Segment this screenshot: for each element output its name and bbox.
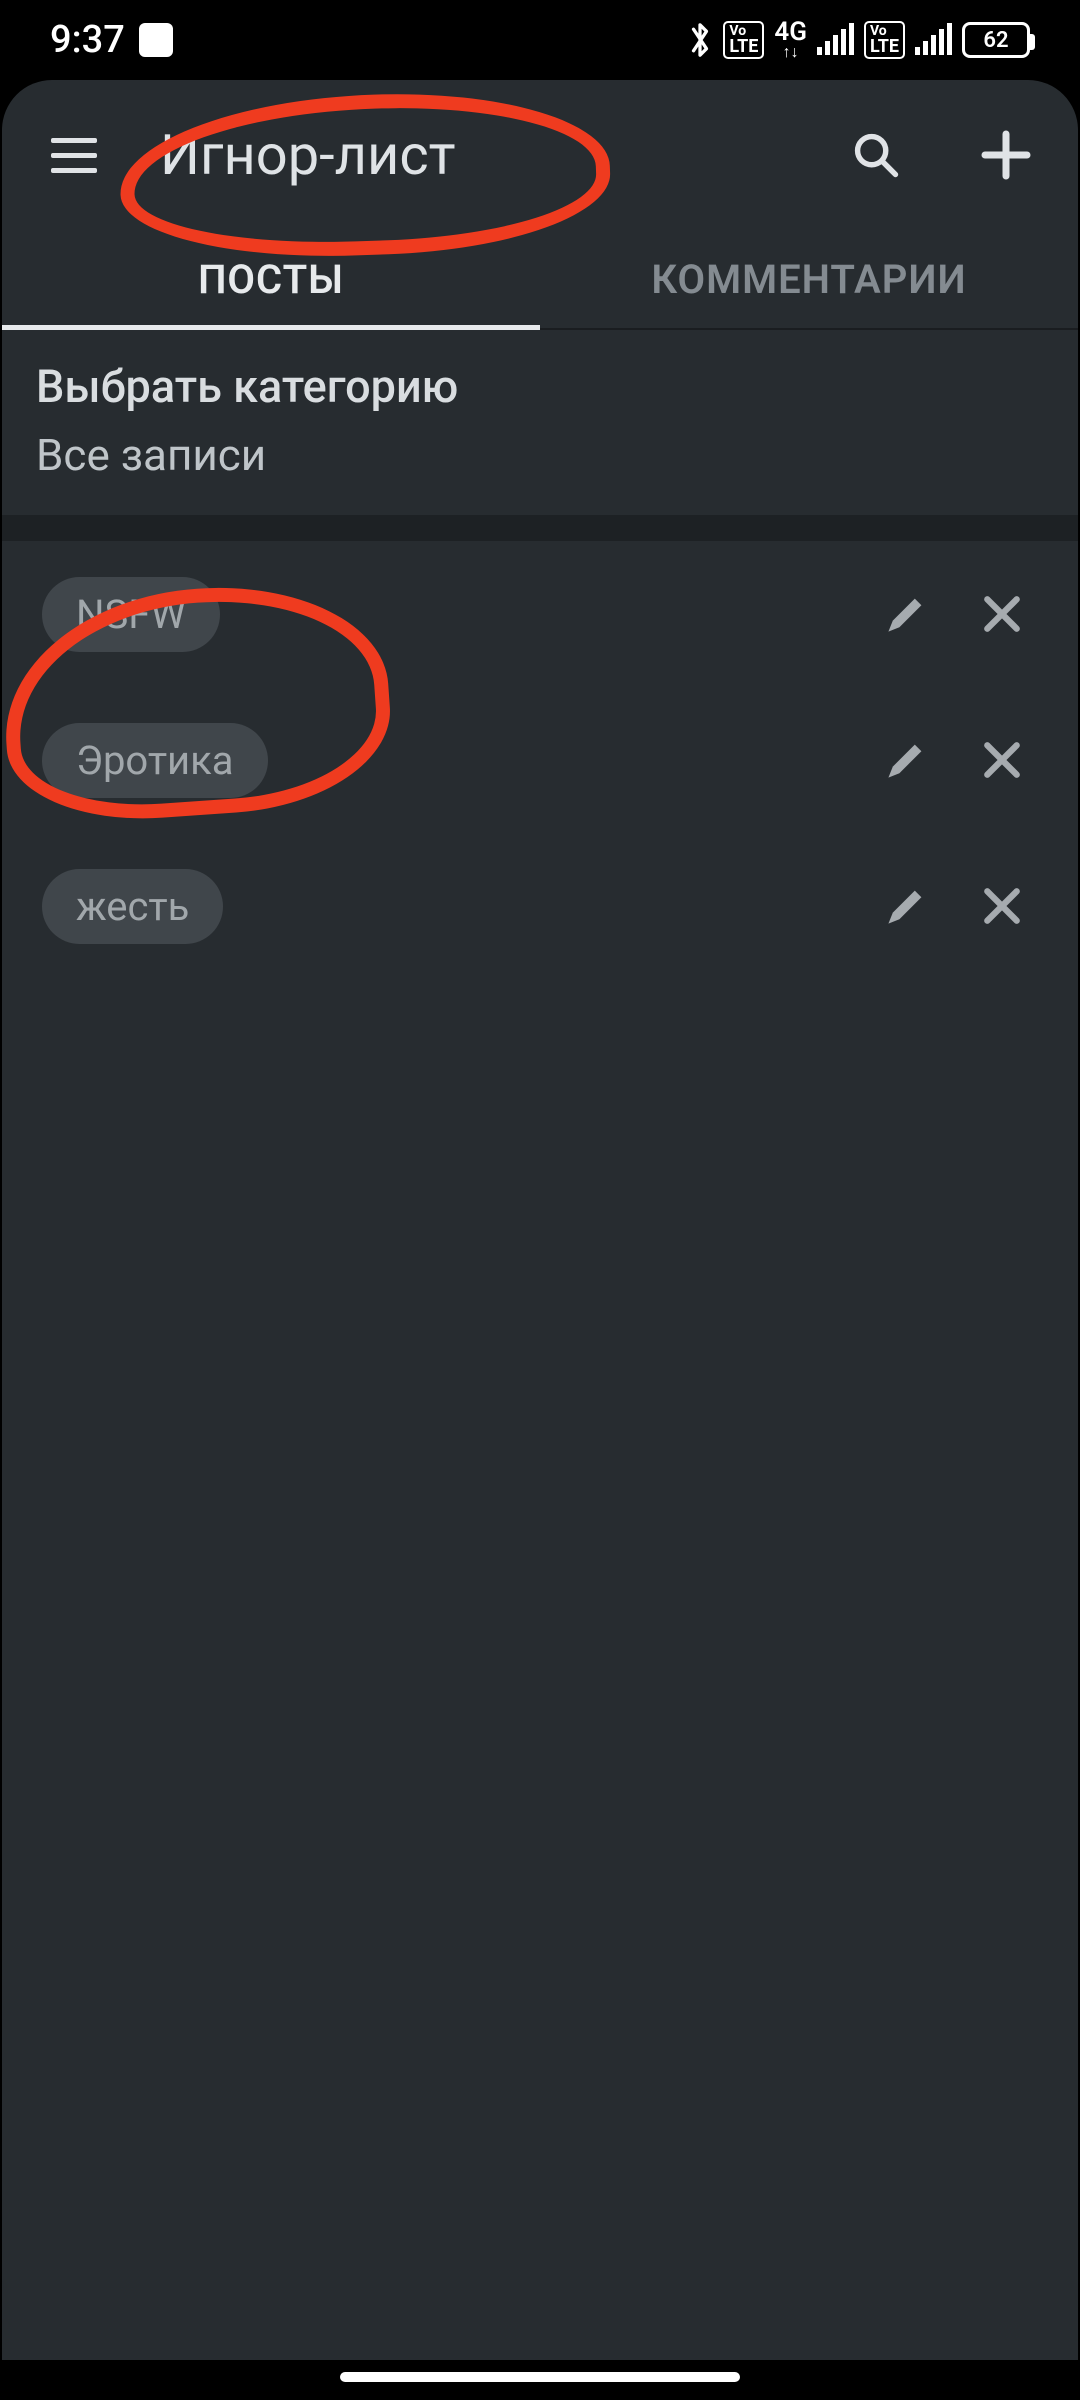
- search-button[interactable]: [844, 123, 908, 187]
- tag-chip[interactable]: NSFW: [42, 577, 220, 652]
- tag-chip[interactable]: Эротика: [42, 723, 268, 798]
- edit-button[interactable]: [870, 870, 942, 942]
- network-4g: 4G↑↓: [774, 21, 807, 59]
- tab-label: ПОСТЫ: [198, 256, 344, 303]
- tab-posts[interactable]: ПОСТЫ: [2, 230, 540, 328]
- edit-button[interactable]: [870, 578, 942, 650]
- pencil-icon: [884, 884, 928, 928]
- list-item: жесть: [2, 833, 1078, 979]
- tab-bar: ПОСТЫ КОММЕНТАРИИ: [2, 230, 1078, 330]
- page-title: Игнор-лист: [146, 122, 804, 188]
- volte-badge-1: VoLTE: [723, 21, 764, 59]
- remove-button[interactable]: [966, 870, 1038, 942]
- battery-indicator: 62: [962, 22, 1030, 58]
- tab-comments[interactable]: КОММЕНТАРИИ: [540, 230, 1078, 328]
- signal-bars-1: [817, 25, 854, 55]
- add-button[interactable]: [974, 123, 1038, 187]
- home-indicator[interactable]: [340, 2372, 740, 2382]
- tag-chip[interactable]: жесть: [42, 869, 223, 944]
- close-icon: [981, 739, 1023, 781]
- hamburger-icon[interactable]: [42, 123, 106, 187]
- category-label: Выбрать категорию: [36, 360, 1044, 413]
- plus-icon: [978, 127, 1034, 183]
- close-icon: [981, 885, 1023, 927]
- tab-label: КОММЕНТАРИИ: [651, 256, 966, 303]
- pencil-icon: [884, 592, 928, 636]
- list-item: NSFW: [2, 541, 1078, 687]
- edit-button[interactable]: [870, 724, 942, 796]
- notification-icon: [139, 23, 173, 57]
- divider: [2, 515, 1078, 541]
- bluetooth-icon: [687, 20, 713, 60]
- pencil-icon: [884, 738, 928, 782]
- search-icon: [850, 129, 902, 181]
- close-icon: [981, 593, 1023, 635]
- remove-button[interactable]: [966, 578, 1038, 650]
- ignore-list: NSFW Эротика жесть: [2, 541, 1078, 979]
- list-item: Эротика: [2, 687, 1078, 833]
- status-time: 9:37: [50, 18, 125, 62]
- category-selector[interactable]: Выбрать категорию Все записи: [2, 330, 1078, 515]
- remove-button[interactable]: [966, 724, 1038, 796]
- status-right: VoLTE 4G↑↓ VoLTE 62: [687, 20, 1030, 60]
- category-value: Все записи: [36, 429, 1044, 481]
- volte-badge-2: VoLTE: [864, 21, 905, 59]
- signal-bars-2: [915, 25, 952, 55]
- app-toolbar: Игнор-лист: [2, 80, 1078, 230]
- status-bar: 9:37 VoLTE 4G↑↓ VoLTE 62: [0, 0, 1080, 80]
